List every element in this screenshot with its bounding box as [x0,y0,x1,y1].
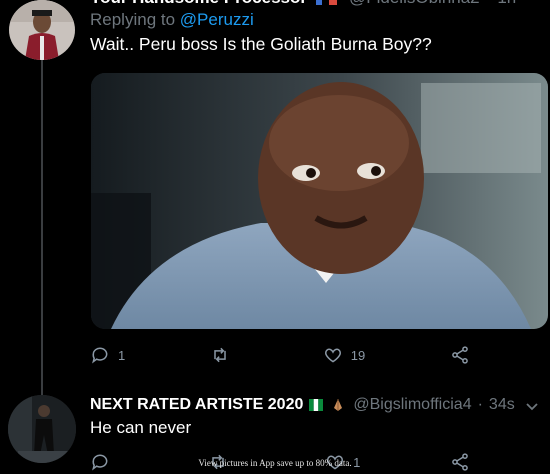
mention-link[interactable]: @Peruzzi [180,10,254,29]
tweet-actions: 1 19 [90,343,470,367]
timestamp[interactable]: 34s [489,396,515,414]
reply-count: 1 [118,347,126,363]
like-icon [324,348,341,363]
chevron-down-icon[interactable] [524,398,540,414]
avatar-image [9,0,75,60]
handle[interactable]: @FidelisObinna2 [349,0,480,8]
avatar-image [8,395,76,463]
retweet-button[interactable] [210,345,238,365]
tweet-media-image[interactable] [91,73,548,329]
handle[interactable]: @Bigslimofficia4 [353,396,471,414]
nigeria-flag-icon [309,399,324,411]
share-button[interactable] [450,345,470,365]
tweet-text: He can never [90,418,192,437]
separator-dot: · [477,396,483,413]
timestamp[interactable]: 1h [497,0,516,8]
like-button[interactable]: 19 [323,345,365,365]
share-icon [452,346,468,364]
reply-icon [92,347,108,364]
praying-hands-icon [334,399,343,411]
reply-button[interactable]: 1 [90,345,125,365]
tweet-author-row: NEXT RATED ARTISTE 2020 @Bigslimofficia4… [90,396,550,414]
tweet-text: Wait.. Peru boss Is the Goliath Burna Bo… [90,34,432,54]
like-count: 19 [350,347,366,363]
avatar[interactable] [8,395,76,463]
avatar[interactable] [9,0,75,60]
tweet-reply[interactable]: NEXT RATED ARTISTE 2020 @Bigslimofficia4… [90,396,550,438]
display-name[interactable]: NEXT RATED ARTISTE 2020 [90,396,303,414]
emoji-icon [315,0,337,5]
tweet-author-row: Your Handsome Processor @FidelisObinna2 … [90,0,550,8]
thread-connector-line [41,60,43,400]
tweet-main[interactable]: Your Handsome Processor @FidelisObinna2 … [90,0,550,55]
separator-dot: · [486,0,492,8]
replying-to: Replying to @Peruzzi [90,10,550,30]
retweet-icon [214,347,226,363]
watermark-text: View pictures in App save up to 80% data… [198,458,352,468]
replying-prefix: Replying to [90,10,176,29]
display-name[interactable]: Your Handsome Processor [90,0,307,8]
media-picture [91,73,548,329]
